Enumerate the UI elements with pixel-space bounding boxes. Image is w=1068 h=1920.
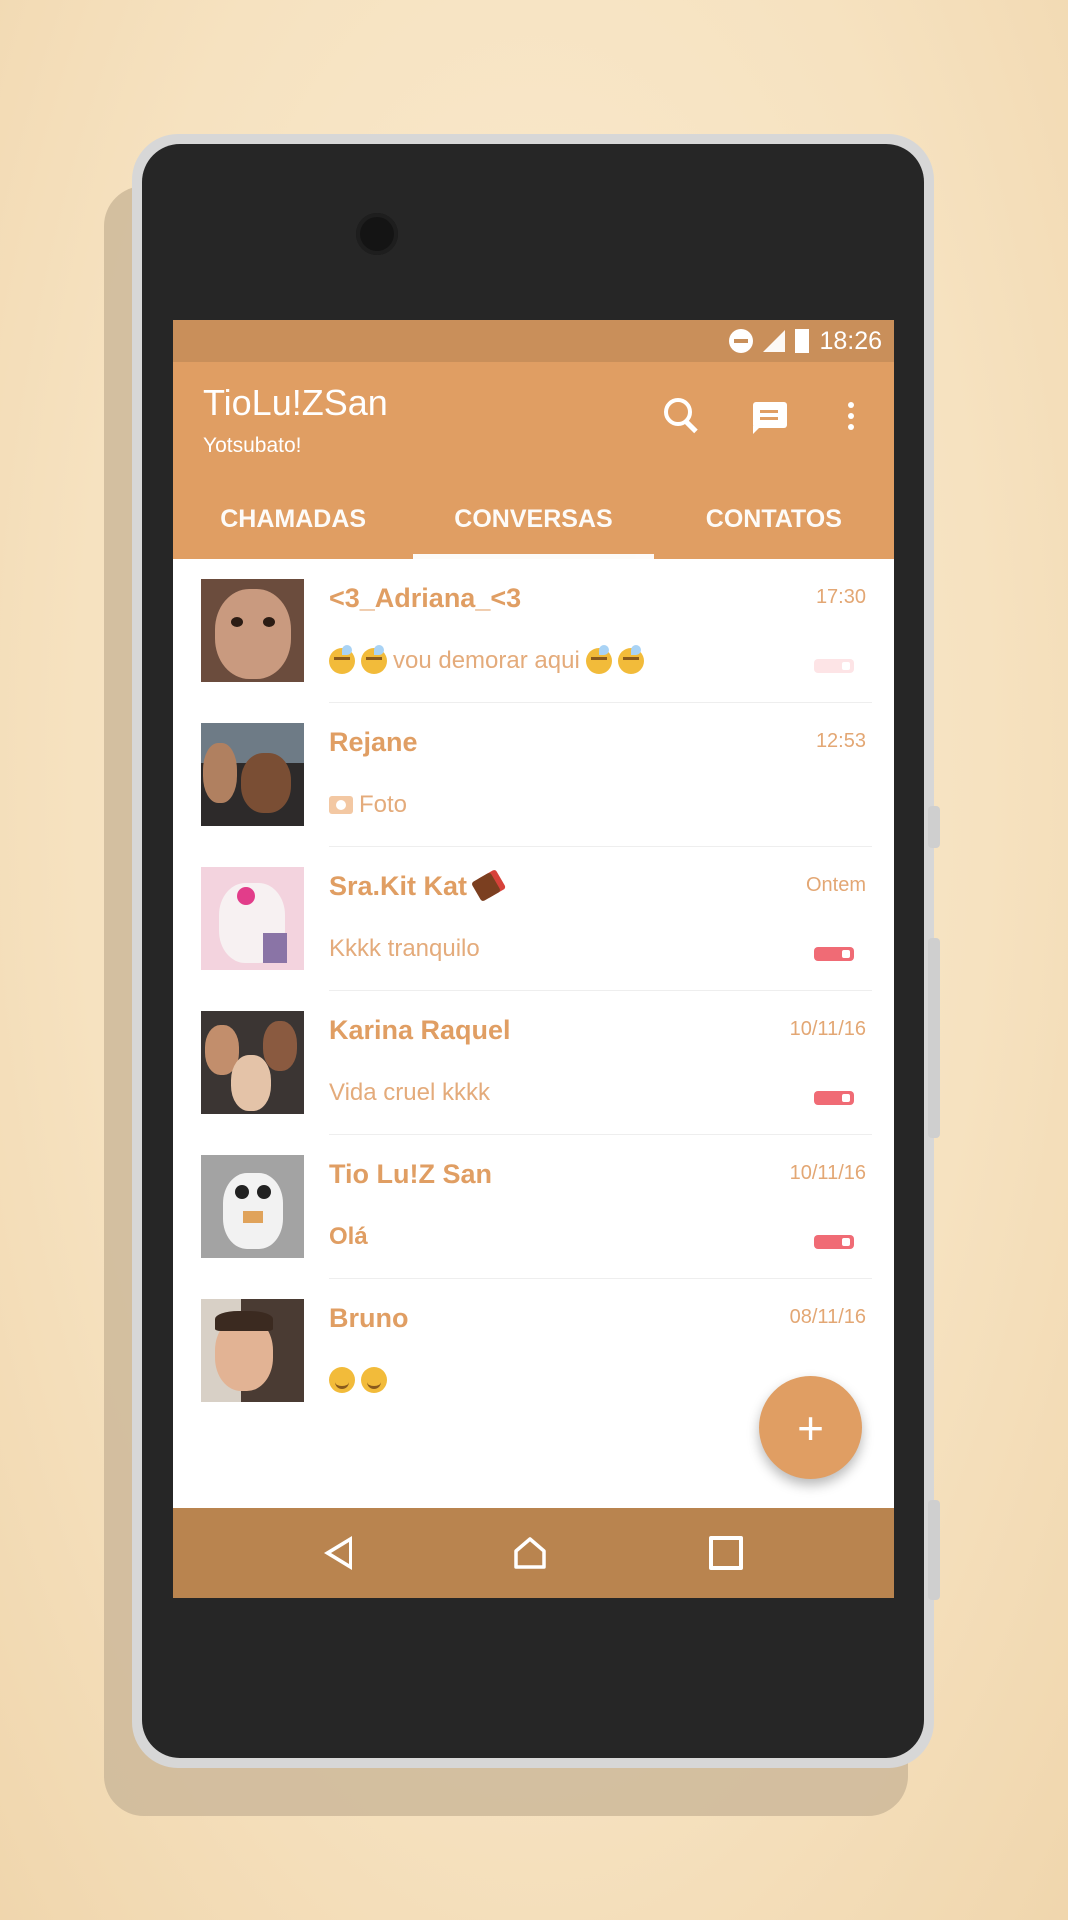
- chat-preview-text: Foto: [359, 791, 408, 818]
- chat-row-tioluiz[interactable]: Tio Lu!Z San 10/11/16 Olá: [173, 1135, 894, 1279]
- chat-name-text: Sra.Kit Kat: [329, 871, 468, 901]
- chat-list: <3_Adriana_<3 17:30 vou demorar aqui Rej…: [173, 559, 894, 1505]
- app-title: TioLu!ZSan: [203, 382, 388, 423]
- chocolate-emoji-icon: [471, 871, 502, 903]
- status-time: 18:26: [819, 326, 882, 355]
- chat-time: Ontem: [805, 874, 866, 896]
- chat-preview: vou demorar aqui: [329, 645, 644, 675]
- chat-preview-text: vou demorar aqui: [393, 647, 580, 674]
- tab-chamadas[interactable]: CHAMADAS: [173, 479, 413, 559]
- camera-button: [928, 1500, 940, 1600]
- recents-icon[interactable]: [709, 1536, 744, 1570]
- power-button: [928, 806, 940, 848]
- new-chat-fab[interactable]: +: [759, 1376, 862, 1479]
- signal-icon: [763, 330, 786, 352]
- chat-time: 10/11/16: [789, 1018, 866, 1040]
- chat-name: <3_Adriana_<3: [329, 583, 522, 613]
- phone-screen: 18:26 TioLu!ZSan Yotsubato! CHAMADAS CON…: [173, 320, 894, 1598]
- navigation-bar: [173, 1508, 894, 1598]
- chat-row-rejane[interactable]: Rejane 12:53 Foto: [173, 703, 894, 847]
- app-subtitle: Yotsubato!: [203, 434, 302, 457]
- chat-preview: Kkkk tranquilo: [329, 935, 480, 962]
- sleepy-emoji-icon: [361, 645, 387, 674]
- avatar[interactable]: [201, 579, 304, 682]
- chat-preview: Olá: [329, 1223, 368, 1250]
- search-icon[interactable]: [660, 394, 704, 438]
- chat-time: 08/11/16: [789, 1306, 866, 1328]
- avatar[interactable]: [201, 1011, 304, 1114]
- avatar[interactable]: [201, 1155, 304, 1258]
- volume-button: [928, 938, 940, 1138]
- more-vert-icon[interactable]: [829, 394, 873, 438]
- compose-icon[interactable]: [748, 394, 792, 438]
- chat-preview: Foto: [329, 791, 407, 819]
- sleepy-emoji-icon: [617, 645, 644, 674]
- sleepy-emoji-icon: [329, 645, 355, 674]
- status-bar: 18:26: [173, 320, 894, 362]
- avatar[interactable]: [201, 723, 304, 826]
- chat-time: 12:53: [815, 730, 866, 752]
- smirk-emoji-icon: [361, 1367, 387, 1393]
- tab-conversas[interactable]: CONVERSAS: [413, 479, 654, 559]
- tab-contatos[interactable]: CONTATOS: [654, 479, 894, 559]
- battery-icon: [795, 329, 810, 353]
- message-status-icon: [814, 659, 854, 673]
- sleepy-emoji-icon: [585, 645, 612, 674]
- chat-name: Rejane: [329, 727, 418, 757]
- chat-name: Bruno: [329, 1303, 409, 1333]
- app-bar: TioLu!ZSan Yotsubato! CHAMADAS CONVERSAS…: [173, 362, 894, 559]
- avatar[interactable]: [201, 867, 304, 970]
- chat-name: Sra.Kit Kat: [329, 871, 502, 903]
- message-status-icon: [814, 947, 854, 961]
- avatar[interactable]: [201, 1299, 304, 1402]
- chat-row-adriana[interactable]: <3_Adriana_<3 17:30 vou demorar aqui: [173, 559, 894, 703]
- chat-time: 17:30: [815, 586, 866, 608]
- chat-name: Karina Raquel: [329, 1015, 511, 1045]
- do-not-disturb-icon: [729, 329, 754, 353]
- chat-name: Tio Lu!Z San: [329, 1159, 492, 1189]
- message-status-icon: [814, 1091, 854, 1105]
- chat-time: 10/11/16: [789, 1162, 866, 1184]
- chat-preview: [329, 1367, 387, 1393]
- tab-bar: CHAMADAS CONVERSAS CONTATOS: [173, 479, 894, 559]
- back-icon[interactable]: [323, 1536, 352, 1570]
- chat-row-kitkat[interactable]: Sra.Kit Kat Ontem Kkkk tranquilo: [173, 847, 894, 991]
- camera-icon: [329, 796, 353, 814]
- smirk-emoji-icon: [329, 1367, 355, 1393]
- chat-row-karina[interactable]: Karina Raquel 10/11/16 Vida cruel kkkk: [173, 991, 894, 1135]
- chat-preview: Vida cruel kkkk: [329, 1079, 490, 1106]
- message-status-icon: [814, 1235, 854, 1249]
- front-camera: [356, 213, 398, 255]
- home-icon[interactable]: [513, 1536, 547, 1570]
